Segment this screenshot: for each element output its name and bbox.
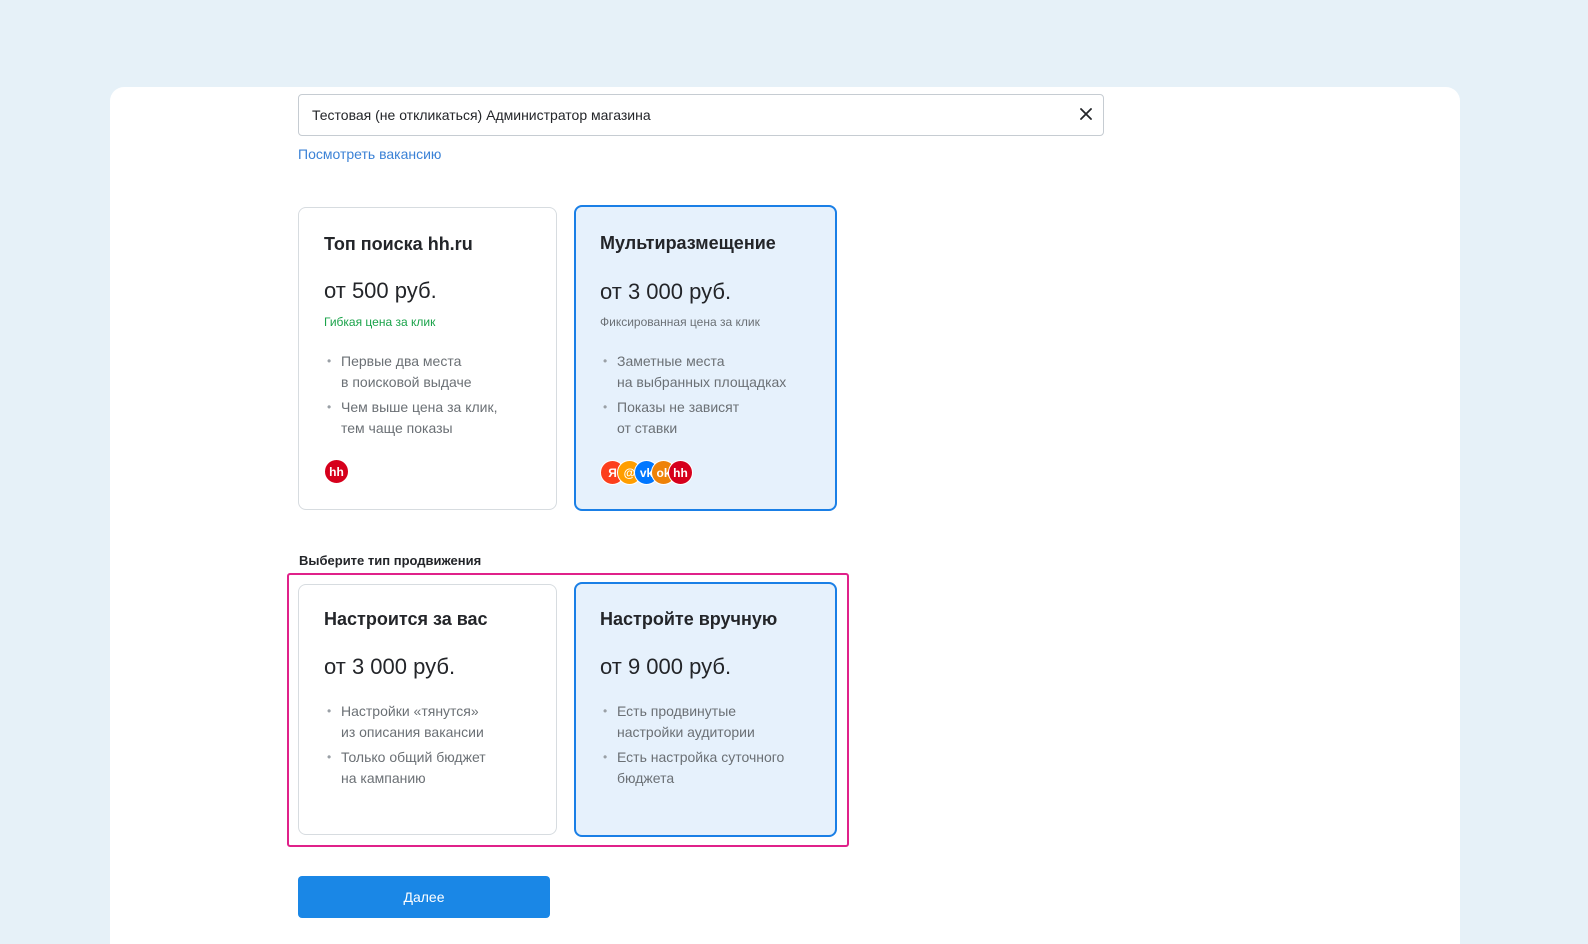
next-button[interactable]: Далее [298, 876, 550, 918]
card-features: Заметные места на выбранных площадках По… [600, 351, 786, 443]
card-feature: Чем выше цена за клик, тем чаще показы [324, 397, 497, 439]
card-price-note: Фиксированная цена за клик [600, 315, 760, 329]
close-icon[interactable] [1076, 104, 1096, 124]
card-feature: Есть продвинутые настройки аудитории [600, 701, 784, 743]
promotion-card-manual[interactable]: Настройте вручную от 9 000 руб. Есть про… [574, 582, 837, 837]
card-features: Первые два места в поисковой выдаче Чем … [324, 351, 497, 443]
card-price: от 500 руб. [324, 278, 437, 303]
card-price-note: Гибкая цена за клик [324, 315, 436, 329]
promotion-card-auto[interactable]: Настроится за вас от 3 000 руб. Настройк… [298, 584, 557, 835]
placement-card-multi[interactable]: Мультиразмещение от 3 000 руб. Фиксирова… [574, 205, 837, 511]
card-title: Настройте вручную [600, 609, 778, 629]
card-feature: Только общий бюджет на кампанию [324, 747, 486, 789]
card-features: Есть продвинутые настройки аудитории Ест… [600, 701, 784, 793]
card-feature: Есть настройка суточного бюджета [600, 747, 784, 789]
card-features: Настройки «тянутся» из описания вакансии… [324, 701, 486, 793]
card-feature: Заметные места на выбранных площадках [600, 351, 786, 393]
card-feature: Первые два места в поисковой выдаче [324, 351, 497, 393]
platform-logos: Я @ vk ok hh [600, 460, 693, 485]
card-price: от 9 000 руб. [600, 654, 732, 679]
card-price: от 3 000 руб. [600, 279, 732, 304]
placement-card-top-search[interactable]: Топ поиска hh.ru от 500 руб. Гибкая цена… [298, 207, 557, 510]
view-vacancy-link[interactable]: Посмотреть вакансию [298, 146, 441, 162]
card-title: Мультиразмещение [600, 233, 776, 253]
hh-logo: hh [668, 460, 693, 485]
promotion-type-label: Выберите тип продвижения [299, 553, 482, 568]
hh-logo: hh [324, 459, 349, 484]
platform-logos: hh [324, 459, 349, 484]
card-title: Настроится за вас [324, 609, 488, 629]
card-feature: Настройки «тянутся» из описания вакансии [324, 701, 486, 743]
card-title: Топ поиска hh.ru [324, 234, 473, 254]
vacancy-input[interactable] [298, 94, 1104, 136]
card-price: от 3 000 руб. [324, 654, 456, 679]
card-feature: Показы не зависят от ставки [600, 397, 786, 439]
